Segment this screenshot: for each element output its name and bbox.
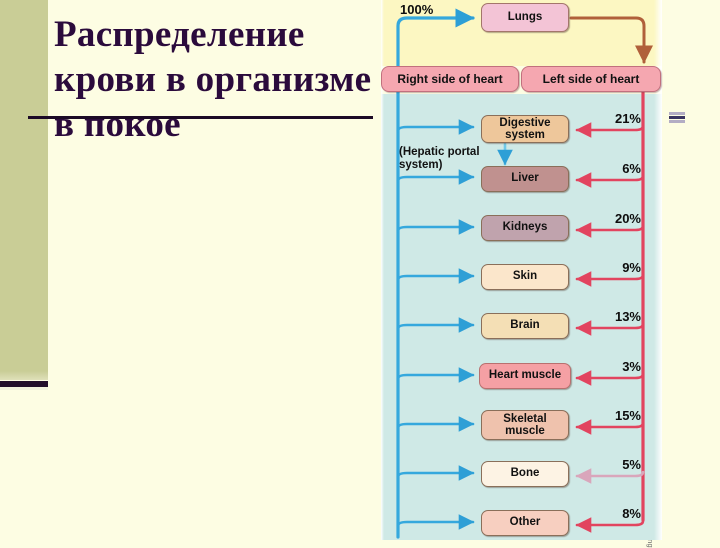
organ-box-heart-muscle[interactable]: Heart muscle <box>479 363 571 389</box>
organ-box-kidneys[interactable]: Kidneys <box>481 215 569 241</box>
percent-label-digestive-system: 21% <box>614 111 641 126</box>
slide-canvas: Распределение крови в организме в покое … <box>0 0 720 548</box>
organ-box-brain[interactable]: Brain <box>481 313 569 339</box>
left-side-of-heart-box[interactable]: Left side of heart <box>521 66 661 92</box>
side-strip-fade <box>0 371 48 380</box>
organ-box-skin[interactable]: Skin <box>481 264 569 290</box>
organ-box-skeletal-muscle[interactable]: Skeletal muscle <box>481 410 569 440</box>
hepatic-portal-label: (Hepatic portal system) <box>399 146 480 171</box>
right-side-of-heart-box[interactable]: Right side of heart <box>381 66 519 92</box>
percent-label-heart-muscle: 3% <box>622 359 641 374</box>
equals-marker-icon <box>669 112 685 124</box>
side-accent-bar-shadow <box>0 387 48 390</box>
percent-label-kidneys: 20% <box>614 211 641 226</box>
percent-label-other: 8% <box>622 506 641 521</box>
blood-distribution-diagram: 100% Lungs Right side of heart Left side… <box>381 0 662 540</box>
percent-label-skeletal-muscle: 15% <box>614 408 641 423</box>
percent-label-skin: 9% <box>622 260 641 275</box>
organ-box-digestive-system[interactable]: Digestive system <box>481 115 569 143</box>
organ-box-lungs[interactable]: Lungs <box>481 3 569 32</box>
organ-box-bone[interactable]: Bone <box>481 461 569 487</box>
title-underline <box>28 116 373 119</box>
organ-box-other[interactable]: Other <box>481 510 569 536</box>
side-strip <box>0 0 48 379</box>
percent-label-bone: 5% <box>622 457 641 472</box>
input-percent-label: 100% <box>400 2 434 17</box>
organ-box-liver[interactable]: Liver <box>481 166 569 192</box>
percent-label-liver: 6% <box>622 161 641 176</box>
page-title: Распределение крови в организме в покое <box>54 14 372 145</box>
percent-label-brain: 13% <box>614 309 641 324</box>
